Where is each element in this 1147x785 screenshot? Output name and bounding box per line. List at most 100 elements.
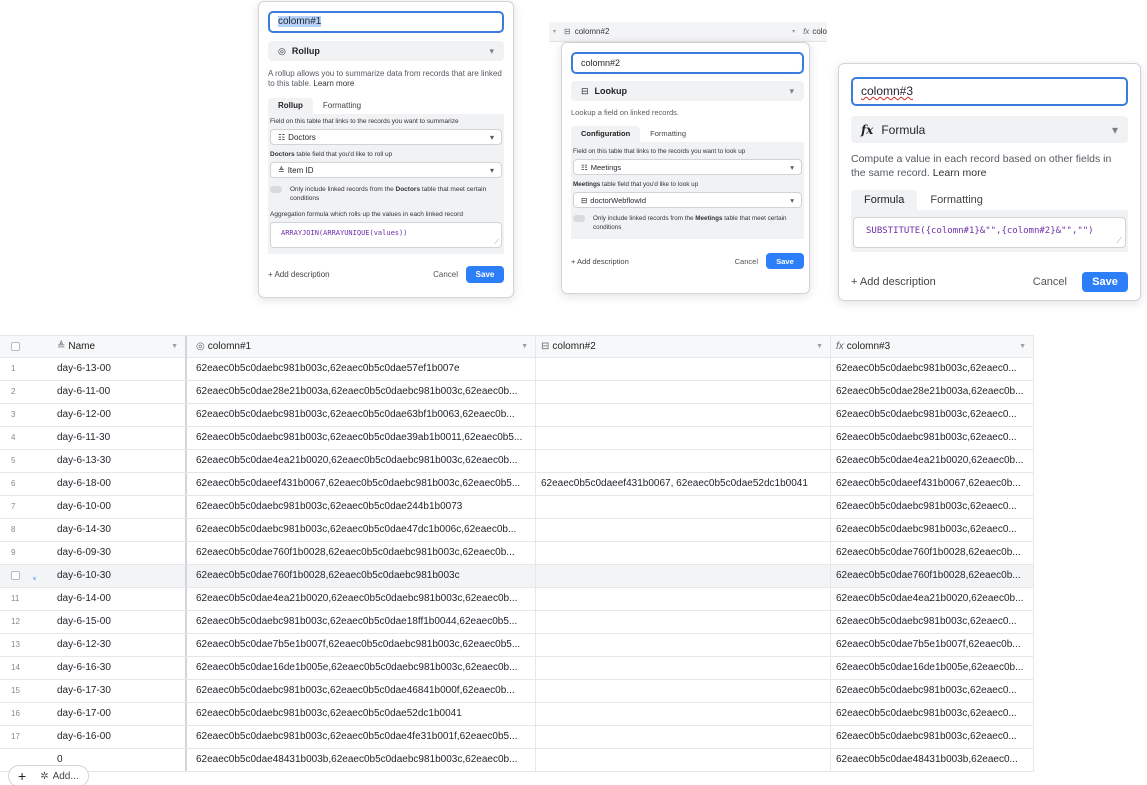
chevron-down-icon[interactable]: ▼ [1019,336,1026,358]
save-button[interactable]: Save [466,266,504,283]
save-button[interactable]: Save [766,253,804,269]
rollup-field-select[interactable]: ≜ Item ID ▾ [270,162,502,178]
colomn3-cell[interactable]: 62eaec0b5c0dae4ea21b0020,62eaec0b... [831,450,1034,472]
save-button[interactable]: Save [1082,272,1128,292]
tab-formatting[interactable]: Formatting [917,190,996,210]
colomn1-cell[interactable]: 62eaec0b5c0daebc981b003c,62eaec0b5c0dae2… [187,496,536,518]
field-type-select[interactable]: fx Formula ▾ [851,116,1128,143]
colomn2-cell[interactable] [536,358,831,380]
row-number[interactable]: 6 [0,473,36,495]
colomn2-cell[interactable] [536,657,831,679]
tab-formula[interactable]: Formula [851,190,918,210]
chevron-down-icon[interactable]: ▼ [816,336,823,358]
table-row[interactable]: ⤢day-6-10-3062eaec0b5c0dae760f1b0028,62e… [0,565,1034,588]
tab-rollup[interactable]: Rollup [268,98,313,114]
colomn2-cell[interactable] [536,749,831,771]
field-name-input[interactable]: colomn#3 [851,77,1128,106]
column-header-colomn2[interactable]: ⊟ colomn#2 ▼ [536,336,831,358]
learn-more-link[interactable]: Learn more [313,79,354,88]
colomn3-cell[interactable]: 62eaec0b5c0dae760f1b0028,62eaec0b... [831,542,1034,564]
row-number[interactable]: 3 [0,404,36,426]
column-header-colomn3[interactable]: fx colomn#3 ▼ [831,336,1034,358]
chevron-down-icon[interactable]: ▼ [521,336,528,358]
name-cell[interactable]: day-6-14-30 [36,519,187,541]
name-cell[interactable]: day-6-17-00 [36,703,187,725]
name-cell[interactable]: day-6-17-30 [36,680,187,702]
name-cell[interactable]: day-6-14-00 [36,588,187,610]
name-cell[interactable]: day-6-12-00 [36,404,187,426]
name-cell[interactable]: day-6-18-00 [36,473,187,495]
row-number[interactable]: 16 [0,703,36,725]
name-cell[interactable]: day-6-11-00 [36,381,187,403]
name-cell[interactable]: day-6-09-30 [36,542,187,564]
row-number[interactable]: 9 [0,542,36,564]
name-cell[interactable]: day-6-16-00 [36,726,187,748]
colomn2-cell[interactable] [536,404,831,426]
row-number[interactable]: ⤢ [0,565,36,587]
colomn3-cell[interactable]: 62eaec0b5c0dae760f1b0028,62eaec0b... [831,565,1034,587]
name-cell[interactable]: day-6-16-30 [36,657,187,679]
table-row[interactable]: 11 day-6-14-00 62eaec0b5c0dae4ea21b0020,62… [0,588,1034,611]
colomn2-cell[interactable] [536,542,831,564]
colomn3-cell[interactable]: 62eaec0b5c0daebc981b003c,62eaec0... [831,680,1034,702]
lookup-field-select[interactable]: ⊟ doctorWebflowId ▾ [573,192,802,208]
table-row[interactable]: 13 day-6-12-30 62eaec0b5c0dae7b5e1b007f,62… [0,634,1034,657]
colomn1-cell[interactable]: 62eaec0b5c0daebc981b003c,62eaec0b5c0dae4… [187,680,536,702]
name-cell[interactable]: day-6-11-30 [36,427,187,449]
formula-input[interactable]: SUBSTITUTE({colomn#1}&"",{colomn#2}&"","… [853,217,1126,248]
colomn1-cell[interactable]: 62eaec0b5c0daebc981b003c,62eaec0b5c0dae3… [187,427,536,449]
colomn2-cell[interactable] [536,611,831,633]
name-cell[interactable]: day-6-15-00 [36,611,187,633]
table-row[interactable]: 2 day-6-11-00 62eaec0b5c0dae28e21b003a,62e… [0,381,1034,404]
row-number[interactable]: 15 [0,680,36,702]
table-row[interactable]: 15 day-6-17-30 62eaec0b5c0daebc981b003c,62… [0,680,1034,703]
chevron-down-icon[interactable]: ▼ [171,336,178,358]
row-number[interactable]: 1 [0,358,36,380]
tab-formatting[interactable]: Formatting [313,98,371,114]
table-row[interactable]: 9 day-6-09-30 62eaec0b5c0dae760f1b0028,62e… [0,542,1034,565]
colomn2-cell[interactable] [536,634,831,656]
add-description-button[interactable]: + Add description [571,257,629,266]
resize-handle-icon[interactable]: ⟋ [1116,236,1122,246]
colomn2-cell[interactable] [536,726,831,748]
colomn2-cell[interactable] [536,703,831,725]
colomn1-cell[interactable]: 62eaec0b5c0daebc981b003c,62eaec0b5c0dae5… [187,358,536,380]
colomn3-cell[interactable]: 62eaec0b5c0dae28e21b003a,62eaec0b... [831,381,1034,403]
table-row[interactable]: 7 day-6-10-00 62eaec0b5c0daebc981b003c,62e… [0,496,1034,519]
table-row[interactable]: 16 day-6-17-00 62eaec0b5c0daebc981b003c,62… [0,703,1034,726]
field-name-input[interactable]: colomn#1 [268,11,504,33]
row-number[interactable]: 17 [0,726,36,748]
link-field-select[interactable]: ☷ Doctors ▾ [270,129,502,145]
colomn1-cell[interactable]: 62eaec0b5c0dae48431b003b,62eaec0b5c0daeb… [187,749,536,771]
table-row[interactable]: 6 day-6-18-00 62eaec0b5c0daeef431b0067,62e… [0,473,1034,496]
colomn1-cell[interactable]: 62eaec0b5c0dae16de1b005e,62eaec0b5c0daeb… [187,657,536,679]
add-description-button[interactable]: + Add description [268,270,330,279]
colomn1-cell[interactable]: 62eaec0b5c0daebc981b003c,62eaec0b5c0dae4… [187,519,536,541]
row-number[interactable]: 8 [0,519,36,541]
colomn1-cell[interactable]: 62eaec0b5c0dae760f1b0028,62eaec0b5c0daeb… [187,542,536,564]
colomn1-cell[interactable]: 62eaec0b5c0daebc981b003c,62eaec0b5c0dae5… [187,703,536,725]
name-cell[interactable]: day-6-13-00 [36,358,187,380]
colomn2-cell[interactable] [536,519,831,541]
colomn2-cell[interactable] [536,565,831,587]
condition-toggle[interactable] [573,215,585,222]
table-row[interactable]: 4 day-6-11-30 62eaec0b5c0daebc981b003c,62e… [0,427,1034,450]
field-name-input[interactable]: colomn#2 [571,52,804,74]
colomn1-cell[interactable]: 62eaec0b5c0daebc981b003c,62eaec0b5c0dae6… [187,404,536,426]
colomn1-cell[interactable]: 62eaec0b5c0daebc981b003c,62eaec0b5c0dae4… [187,726,536,748]
row-number[interactable]: 11 [0,588,36,610]
add-description-button[interactable]: + Add description [851,276,936,288]
row-number[interactable]: 14 [0,657,36,679]
colomn2-cell[interactable] [536,427,831,449]
table-row[interactable]: 12 day-6-15-00 62eaec0b5c0daebc981b003c,62… [0,611,1034,634]
colomn3-cell[interactable]: 62eaec0b5c0dae7b5e1b007f,62eaec0b... [831,634,1034,656]
tab-configuration[interactable]: Configuration [571,126,641,142]
colomn2-cell[interactable] [536,496,831,518]
colomn2-cell[interactable] [536,680,831,702]
colomn1-cell[interactable]: 62eaec0b5c0daeef431b0067,62eaec0b5c0daeb… [187,473,536,495]
row-number[interactable]: 7 [0,496,36,518]
colomn1-cell[interactable]: 62eaec0b5c0dae7b5e1b007f,62eaec0b5c0daeb… [187,634,536,656]
name-cell[interactable]: day-6-13-30 [36,450,187,472]
row-number[interactable]: 13 [0,634,36,656]
row-number[interactable]: 5 [0,450,36,472]
